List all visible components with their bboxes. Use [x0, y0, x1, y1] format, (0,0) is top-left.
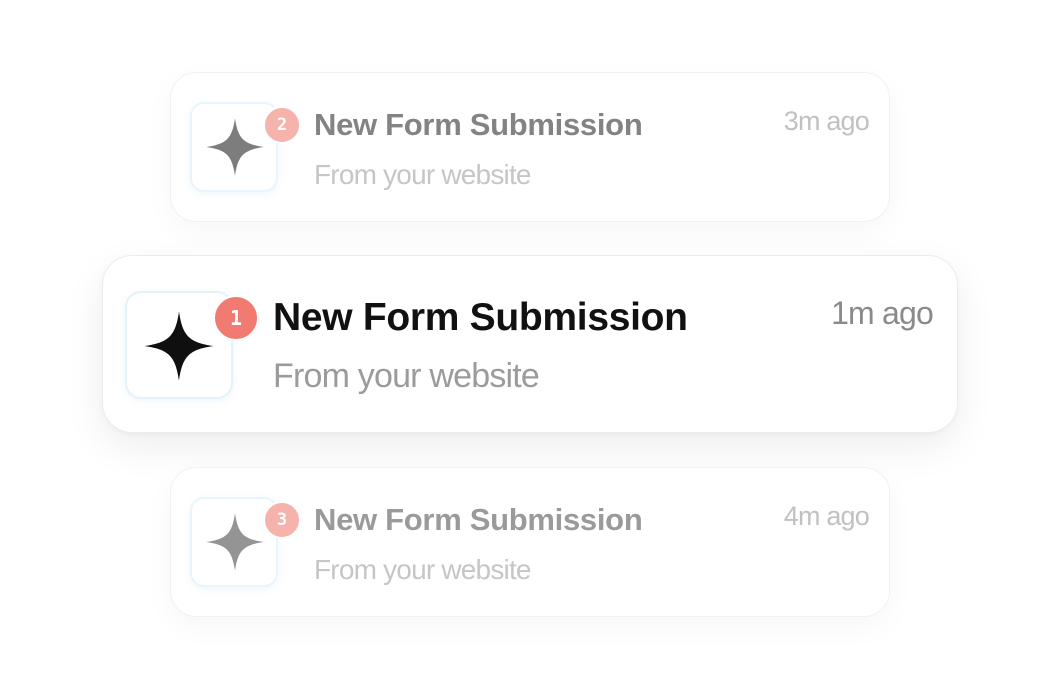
notification-count-badge: 3 [263, 501, 301, 539]
sparkle-icon [206, 513, 264, 571]
notification-count-badge: 1 [213, 295, 259, 341]
notification-timestamp: 1m ago [831, 295, 934, 331]
notification-title: New Form Submission [314, 502, 643, 537]
notification-timestamp: 4m ago [783, 501, 870, 531]
notification-title: New Form Submission [314, 107, 643, 142]
notification-card-1[interactable]: 1 New Form Submission From your website … [102, 255, 958, 433]
notification-subtitle: From your website [273, 357, 540, 395]
notification-timestamp: 3m ago [783, 106, 870, 136]
notification-subtitle: From your website [314, 159, 532, 190]
notification-card-2[interactable]: 2 New Form Submission From your website … [170, 72, 890, 222]
sparkle-icon [144, 311, 214, 381]
notification-title: New Form Submission [273, 296, 688, 339]
notification-card-3[interactable]: 3 New Form Submission From your website … [170, 467, 890, 617]
notification-count-badge: 2 [263, 106, 301, 144]
notification-stack: 2 New Form Submission From your website … [0, 0, 1059, 685]
notification-subtitle: From your website [314, 554, 532, 585]
sparkle-icon [206, 118, 264, 176]
